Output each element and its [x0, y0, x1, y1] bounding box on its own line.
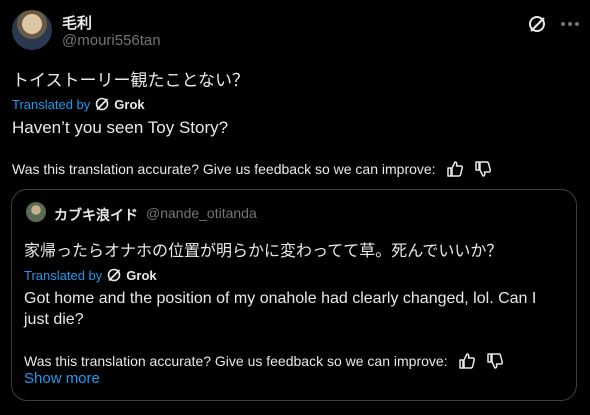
quoted-translated-by-text: Translated by: [24, 267, 103, 283]
quoted-translated-by-label: Translated by Grok: [24, 267, 157, 283]
quoted-grok-label: Grok: [126, 267, 157, 283]
quoted-tweet-text: 家帰ったらオナホの位置が明らかに変わってて草。死んでいいか？: [24, 243, 503, 260]
grok-icon: [95, 97, 109, 111]
more-options-icon[interactable]: [559, 14, 581, 34]
quoted-feedback-text: Was this translation accurate? Give us f…: [24, 353, 448, 369]
author-handle[interactable]: @mouri556tan: [62, 32, 161, 49]
author-display-name[interactable]: 毛利: [62, 12, 92, 33]
thumbs-down-icon[interactable]: [486, 352, 504, 370]
thumbs-up-icon[interactable]: [458, 352, 476, 370]
grok-icon[interactable]: [527, 14, 547, 34]
thumbs-up-icon[interactable]: [446, 160, 464, 178]
translated-by-label: Translated by Grok: [12, 96, 145, 112]
feedback-text: Was this translation accurate? Give us f…: [12, 161, 436, 177]
author-avatar[interactable]: [12, 10, 52, 50]
quoted-author-avatar: [26, 202, 46, 222]
quoted-author-display-name: カブキ浪イド: [54, 207, 138, 223]
translated-by-text: Translated by: [12, 96, 91, 112]
quoted-translation-feedback: Was this translation accurate? Give us f…: [24, 352, 504, 370]
tweet-text: トイストーリー観たことない？: [12, 71, 249, 90]
translation-feedback: Was this translation accurate? Give us f…: [12, 160, 492, 178]
grok-label: Grok: [114, 96, 145, 112]
quoted-author-handle: @nande_otitanda: [146, 205, 257, 221]
show-more-link[interactable]: Show more: [24, 370, 100, 387]
tweet-translation: Haven’t you seen Toy Story?: [12, 118, 229, 137]
grok-icon: [107, 268, 121, 282]
thumbs-down-icon[interactable]: [474, 160, 492, 178]
quoted-tweet-translation: Got home and the position of my onahole …: [24, 290, 537, 328]
